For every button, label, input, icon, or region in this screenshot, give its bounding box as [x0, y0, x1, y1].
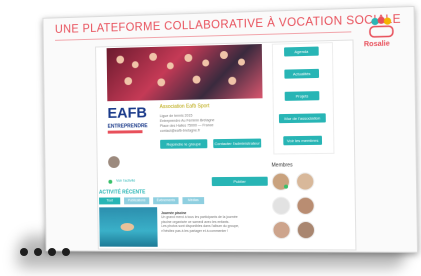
crowd-face: [166, 62, 174, 70]
online-indicator-icon: [283, 184, 289, 189]
organization-info: Ligue de tennis 2015 Entreprendre Au Fém…: [160, 113, 215, 134]
organization-title: Association Eafb Sport: [159, 103, 210, 111]
publish-button[interactable]: Publier: [211, 176, 268, 187]
activity-heading: ACTIVITÉ RÉCENTE: [98, 189, 146, 196]
group-cover-photo: [106, 43, 263, 102]
crowd-face: [149, 52, 158, 61]
tab-all[interactable]: Tout: [99, 197, 121, 205]
crowd-face: [202, 59, 210, 67]
swimmer-figure: [120, 223, 135, 231]
member-avatar[interactable]: [296, 196, 315, 215]
tab-media[interactable]: Médias: [182, 197, 205, 205]
side-button-projects[interactable]: Projets: [284, 91, 320, 101]
user-avatar[interactable]: [108, 156, 120, 169]
slide-nav-dot[interactable]: [48, 248, 56, 256]
crowd-face: [228, 76, 237, 85]
post-line: n'hésitez pas à les partager et à commen…: [161, 228, 229, 233]
members-heading: Membres: [271, 162, 293, 169]
side-button-wall[interactable]: Mur de l'association: [278, 113, 326, 124]
slide-nav-dot[interactable]: [62, 248, 70, 256]
crowd-face: [116, 55, 125, 64]
crowd-face: [192, 75, 201, 84]
crowd-face: [219, 50, 228, 60]
post-photo[interactable]: [99, 207, 158, 247]
slide-nav-dot[interactable]: [34, 248, 42, 256]
rosalie-logo: Rosalie: [361, 16, 403, 56]
activity-tabs: Tout Publications Événements Médias: [99, 197, 206, 205]
side-button-news[interactable]: Actualités: [284, 68, 320, 79]
member-avatar[interactable]: [296, 220, 316, 240]
organization-logo: EAFB ENTREPRENDRE: [107, 104, 154, 138]
people-icon: [368, 16, 395, 39]
organization-info-line: contact@eafb-bretagne.fr: [159, 128, 201, 133]
crowd-face: [124, 77, 133, 86]
crowd-face: [157, 78, 166, 87]
slide-title: UNE PLATEFORME COLLABORATIVE À VOCATION …: [54, 13, 402, 36]
contact-admin-button[interactable]: Contacter l'administrateur: [213, 138, 262, 149]
member-avatar[interactable]: [271, 196, 291, 215]
join-group-button[interactable]: Rejoindre le groupe: [160, 139, 208, 149]
post-text: Journée piscine Un grand merci à tous le…: [161, 211, 280, 233]
side-button-agenda[interactable]: Agenda: [284, 46, 319, 57]
member-avatar[interactable]: [272, 220, 291, 240]
brand-name: Rosalie: [363, 40, 390, 49]
recent-activity-link[interactable]: Voir l'activité: [116, 179, 135, 183]
crowd-face: [237, 58, 246, 66]
crowd-face: [131, 61, 139, 69]
organization-logo-bar: [107, 130, 143, 134]
organization-logo-subtitle: ENTREPRENDRE: [107, 123, 148, 130]
tab-events[interactable]: Événements: [153, 197, 179, 205]
crowd-face: [184, 53, 193, 62]
member-avatar[interactable]: [295, 172, 315, 191]
slide-nav-dot[interactable]: [20, 248, 28, 256]
organization-logo-text: EAFB: [107, 104, 148, 122]
side-button-members[interactable]: Voir les membres: [283, 135, 323, 146]
tab-posts[interactable]: Publications: [124, 197, 150, 205]
status-dot-icon: [108, 179, 113, 184]
presentation-slide: UNE PLATEFORME COLLABORATIVE À VOCATION …: [42, 5, 419, 253]
